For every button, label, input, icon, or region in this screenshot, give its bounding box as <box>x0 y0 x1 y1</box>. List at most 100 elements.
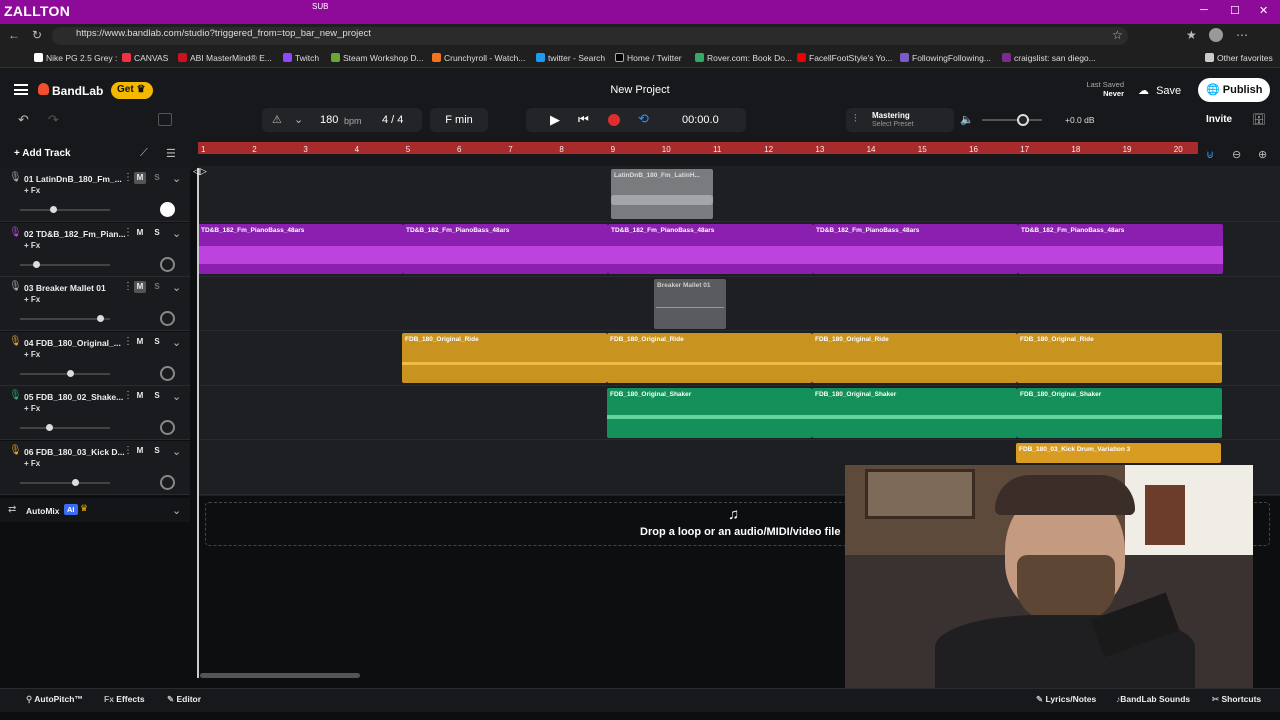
chevron-down-icon[interactable]: ⌄ <box>172 445 181 458</box>
volume-handle[interactable] <box>67 369 75 377</box>
audio-clip[interactable]: TD&B_182_Fm_PianoBass_48ars <box>813 224 1018 274</box>
publish-button[interactable]: 🌐 Publish <box>1198 78 1270 102</box>
pan-knob[interactable] <box>160 475 175 490</box>
solo-button[interactable]: S <box>151 281 163 293</box>
audio-clip[interactable]: FDB_180_Original_Shaker <box>607 388 812 438</box>
track-name[interactable]: 01 LatinDnB_180_Fm_... <box>24 174 122 184</box>
track-header[interactable]: 🎙 06 FDB_180_03_Kick D... ⋮ M S ⌄ + Fx <box>0 441 190 495</box>
chevron-down-icon[interactable]: ⌄ <box>172 172 181 185</box>
back-icon[interactable]: ← <box>8 28 20 42</box>
favorites-icon[interactable]: ★ <box>1186 28 1197 42</box>
add-fx-button[interactable]: + Fx <box>24 350 40 359</box>
audio-clip[interactable]: FDB_180_Original_Ride <box>812 333 1017 383</box>
audio-clip[interactable]: TD&B_182_Fm_PianoBass_48ars <box>198 224 403 274</box>
add-fx-button[interactable]: + Fx <box>24 241 40 250</box>
audio-clip[interactable]: Breaker Mallet 01 <box>654 279 726 329</box>
volume-handle[interactable] <box>45 424 53 432</box>
track-menu-icon[interactable]: ⋮ <box>123 390 133 401</box>
audio-clip[interactable]: TD&B_182_Fm_PianoBass_48ars <box>403 224 608 274</box>
zoom-out-icon[interactable]: ⊖ <box>1232 148 1241 161</box>
chevron-down-icon[interactable]: ⌄ <box>172 281 181 294</box>
bookmark-item[interactable]: craigslist: san diego... <box>1002 53 1096 63</box>
volume-handle[interactable] <box>97 315 105 323</box>
save-button[interactable]: ☁ Save <box>1130 80 1190 100</box>
solo-button[interactable]: S <box>151 390 163 402</box>
bookmark-item[interactable]: ABI MasterMind® E... <box>178 53 272 63</box>
undo-icon[interactable]: ↶ <box>18 112 29 128</box>
play-icon[interactable]: ▶ <box>550 112 560 128</box>
bookmark-item[interactable]: FacellFootStyle's Yo... <box>797 53 892 63</box>
track-name[interactable]: 05 FDB_180_02_Shake... <box>24 392 123 402</box>
track-header[interactable]: 🎙 01 LatinDnB_180_Fm_... ⋮ M S ⌄ + Fx <box>0 168 190 222</box>
volume-handle[interactable] <box>32 260 40 268</box>
automix-row[interactable]: ⇄ AutoMix AI ♛ ⌄ <box>0 498 190 522</box>
mute-button[interactable]: M <box>134 172 146 184</box>
add-fx-button[interactable]: + Fx <box>24 295 40 304</box>
bookmark-item[interactable]: twitter - Search <box>536 53 605 63</box>
track-name[interactable]: 04 FDB_180_Original_... <box>24 338 121 348</box>
mastering-button[interactable]: ⫶ Mastering Select Preset <box>846 108 954 132</box>
playhead[interactable] <box>197 168 199 678</box>
minimize-icon[interactable]: ─ <box>1200 4 1208 16</box>
chevron-down-icon[interactable]: ⌄ <box>172 227 181 240</box>
audio-clip[interactable]: FDB_180_03_Kick Drum_Variation 3 <box>1016 443 1221 463</box>
track-name[interactable]: 02 TD&B_182_Fm_Pian... <box>24 229 126 239</box>
pan-knob[interactable] <box>160 311 175 327</box>
time-signature[interactable]: 4 / 4 <box>382 114 403 126</box>
bookmark-item[interactable]: Twitch <box>283 53 319 63</box>
more-icon[interactable]: ⋯ <box>1236 28 1248 42</box>
mute-button[interactable]: M <box>134 336 146 348</box>
bpm-value[interactable]: 180 <box>320 114 338 126</box>
volume-handle[interactable] <box>71 479 79 486</box>
pan-knob[interactable] <box>160 420 175 436</box>
lyrics-button[interactable]: ✎ Lyrics/Notes <box>1036 694 1096 705</box>
chevron-down-icon[interactable]: ⌄ <box>172 504 181 517</box>
volume-handle[interactable] <box>50 206 58 213</box>
shortcuts-button[interactable]: ✂ Shortcuts <box>1212 694 1261 705</box>
pan-knob[interactable] <box>160 256 175 272</box>
store-icon[interactable]: 🗄 <box>1252 113 1266 126</box>
track-name[interactable]: 03 Breaker Mallet 01 <box>24 283 106 293</box>
master-volume-knob[interactable] <box>1017 114 1029 126</box>
track-header[interactable]: 🎙 03 Breaker Mallet 01 ⋮ M S ⌄ + Fx <box>0 277 190 332</box>
bookmark-item[interactable]: CANVAS <box>122 53 168 63</box>
mute-button[interactable]: M <box>134 281 146 294</box>
bookmark-item[interactable]: Home / Twitter <box>615 53 682 63</box>
edit-icon[interactable]: ⟋ <box>140 147 148 160</box>
pan-knob[interactable] <box>160 202 175 217</box>
track-name[interactable]: 06 FDB_180_03_Kick D... <box>24 447 125 457</box>
skip-back-icon[interactable]: ⏮ <box>578 112 589 127</box>
audio-clip[interactable]: FDB_180_Original_Shaker <box>812 388 1017 438</box>
solo-button[interactable]: S <box>151 172 163 184</box>
record-icon[interactable] <box>608 114 620 126</box>
close-icon[interactable]: ✕ <box>1259 4 1268 17</box>
track-header[interactable]: 🎙 05 FDB_180_02_Shake... ⋮ M S ⌄ + Fx <box>0 386 190 441</box>
volume-slider[interactable] <box>20 372 110 375</box>
audio-clip[interactable]: TD&B_182_Fm_PianoBass_48ars <box>1018 224 1223 274</box>
loop-icon[interactable]: ⟲ <box>638 111 649 127</box>
track-menu-icon[interactable]: ⋮ <box>123 172 133 183</box>
zoom-in-icon[interactable]: ⊕ <box>1258 148 1267 161</box>
chevron-down-icon[interactable]: ⌄ <box>172 336 181 349</box>
pan-knob[interactable] <box>160 365 175 381</box>
key-selector[interactable]: F min <box>430 108 488 132</box>
audio-clip[interactable]: FDB_180_Original_Ride <box>607 333 812 383</box>
layout-icon[interactable] <box>158 113 172 126</box>
chevron-down-icon[interactable]: ⌄ <box>172 390 181 403</box>
avatar[interactable] <box>1209 28 1223 42</box>
add-fx-button[interactable]: + Fx <box>24 404 40 413</box>
bookmark-item[interactable]: FollowingFollowing... <box>900 53 991 63</box>
solo-button[interactable]: S <box>151 227 163 239</box>
timeline-ruler[interactable] <box>198 142 1198 154</box>
editor-button[interactable]: ✎ Editor <box>167 694 201 705</box>
volume-slider[interactable] <box>20 482 110 484</box>
metronome-icon[interactable]: ⚠ <box>272 113 282 126</box>
mute-button[interactable]: M <box>134 227 146 239</box>
mixer-icon[interactable]: ☰ <box>166 147 176 160</box>
audio-clip[interactable]: FDB_180_Original_Ride <box>402 333 607 383</box>
bookmark-item[interactable]: Steam Workshop D... <box>331 53 424 63</box>
track-lane[interactable] <box>198 277 1280 332</box>
track-header[interactable]: 🎙 02 TD&B_182_Fm_Pian... ⋮ M S ⌄ + Fx <box>0 222 190 277</box>
invite-button[interactable]: Invite <box>1206 114 1232 125</box>
star-icon[interactable]: ☆ <box>1112 28 1123 42</box>
